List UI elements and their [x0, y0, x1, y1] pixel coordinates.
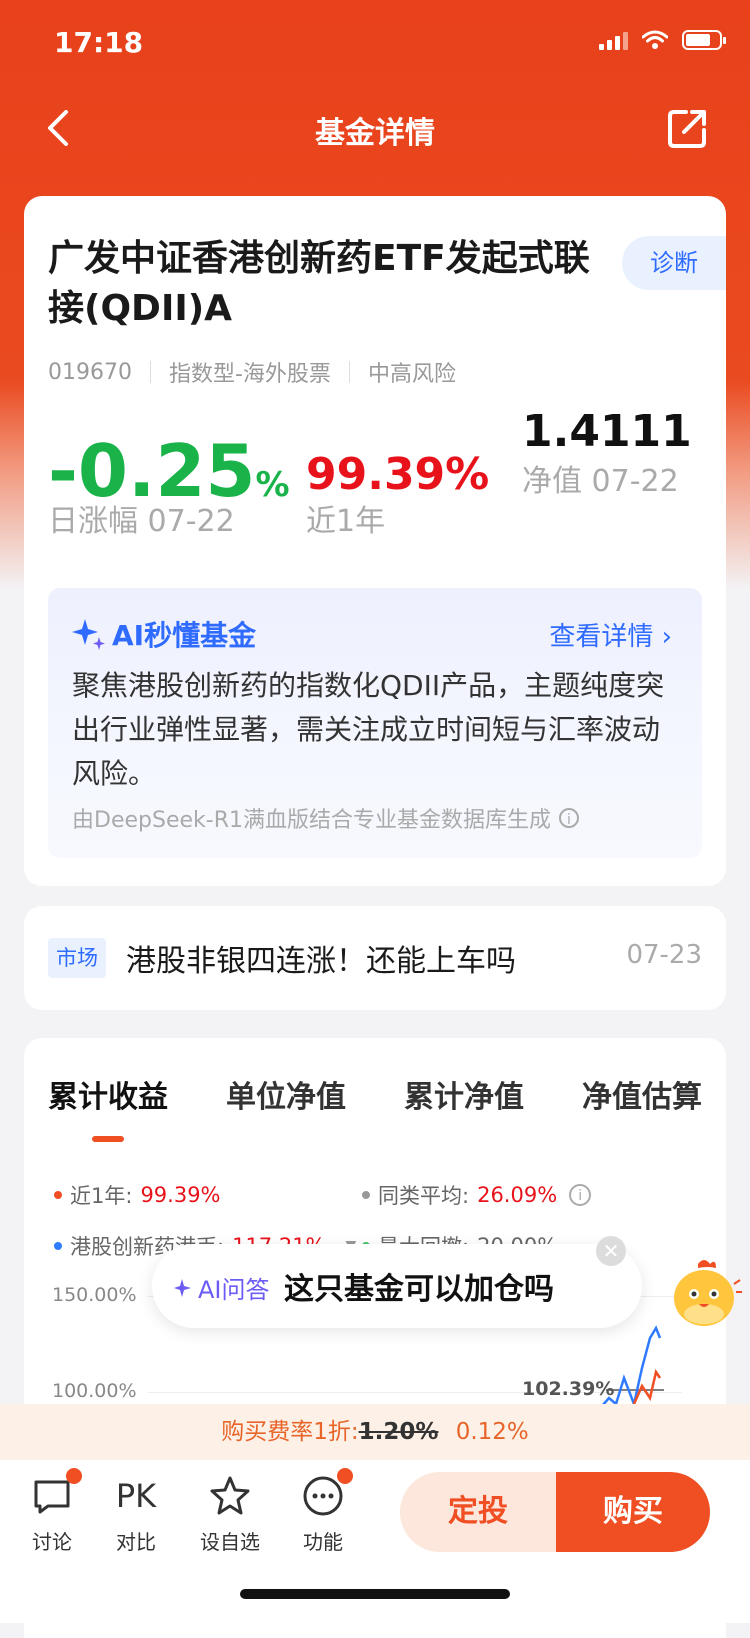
ai-summary-box[interactable]: AI秒懂基金 查看详情 › 聚焦港股创新药的指数化QDII产品，主题纯度突出行业…	[48, 588, 702, 858]
meta-divider	[149, 361, 151, 383]
fund-name: 广发中证香港创新药ETF发起式联接(QDII)A	[48, 238, 590, 329]
chat-bubble-icon	[30, 1468, 82, 1518]
fund-risk: 中高风险	[367, 362, 456, 387]
day-change-label: 日涨幅 07-22	[48, 504, 235, 539]
ai-question-tag: AI问答	[174, 1270, 270, 1305]
info-icon[interactable]: i	[558, 808, 579, 828]
wifi-icon	[642, 30, 668, 49]
news-date: 07-23	[626, 940, 702, 970]
cellular-signal-icon	[599, 30, 628, 50]
nav-value: 1.4111	[522, 406, 692, 457]
news-tag: 市场	[48, 938, 106, 978]
purchase-fee-bar: 购买费率1折:1.20% 0.12%	[0, 1404, 750, 1460]
more-functions-button[interactable]: 功能	[283, 1468, 363, 1555]
close-icon[interactable]: ✕	[596, 1236, 626, 1266]
compare-button[interactable]: PK 对比	[96, 1474, 176, 1555]
add-watchlist-button[interactable]: 设自选	[190, 1474, 270, 1555]
page-title: 基金详情	[315, 116, 435, 151]
more-dots-icon	[301, 1468, 353, 1518]
news-title: 港股非银四连涨！还能上车吗	[126, 944, 516, 979]
status-bar: 17:18	[0, 0, 750, 90]
share-icon[interactable]	[664, 104, 712, 152]
ai-question-text: 这只基金可以加仓吗	[284, 1272, 554, 1307]
pk-icon: PK	[115, 1477, 157, 1515]
status-icons	[599, 30, 726, 50]
star-icon	[208, 1474, 252, 1518]
fund-code: 019670	[48, 359, 132, 385]
meta-divider	[348, 361, 350, 383]
sparkle-icon	[174, 1278, 191, 1297]
chart-lines	[601, 1325, 664, 1409]
notification-badge	[66, 1468, 82, 1484]
discuss-button[interactable]: 讨论	[12, 1468, 92, 1555]
ai-question-popup[interactable]: AI问答 这只基金可以加仓吗 ✕	[152, 1236, 642, 1328]
fund-summary-card: 广发中证香港创新药ETF发起式联接(QDII)A 诊断 019670 指数型-海…	[24, 196, 726, 886]
ai-summary-more-link[interactable]: 查看详情 ›	[549, 616, 672, 653]
battery-icon	[682, 30, 726, 50]
notification-badge	[337, 1468, 353, 1484]
nav-label: 净值 07-22	[522, 464, 679, 499]
mascot-chick-icon[interactable]	[664, 1254, 744, 1334]
nav-bar: 基金详情	[0, 96, 750, 168]
fee-prefix: 购买费率1折:	[221, 1419, 359, 1445]
ai-summary-title: AI秒懂基金	[72, 614, 256, 654]
year-return-value: 99.39%	[306, 449, 490, 500]
fund-type: 指数型-海外股票	[168, 362, 331, 387]
news-card[interactable]: 市场 港股非银四连涨！还能上车吗 07-23	[24, 906, 726, 1010]
home-indicator[interactable]	[240, 1589, 510, 1599]
ai-summary-footer: 由DeepSeek-R1满血版结合专业基金数据库生成 i	[72, 802, 579, 834]
ai-summary-text: 聚焦港股创新药的指数化QDII产品，主题纯度突出行业弹性显著，需关注成立时间短与…	[72, 669, 665, 790]
fund-meta: 019670 指数型-海外股票 中高风险	[48, 356, 456, 388]
fee-original: 1.20%	[358, 1419, 439, 1445]
status-time: 17:18	[54, 26, 144, 59]
buy-button[interactable]: 购买	[556, 1472, 710, 1552]
sparkle-icon	[72, 619, 105, 650]
year-return-label: 近1年	[306, 504, 386, 539]
auto-invest-button[interactable]: 定投	[400, 1472, 556, 1552]
fee-current: 0.12%	[455, 1419, 529, 1445]
diagnose-button[interactable]: 诊断	[622, 236, 726, 290]
